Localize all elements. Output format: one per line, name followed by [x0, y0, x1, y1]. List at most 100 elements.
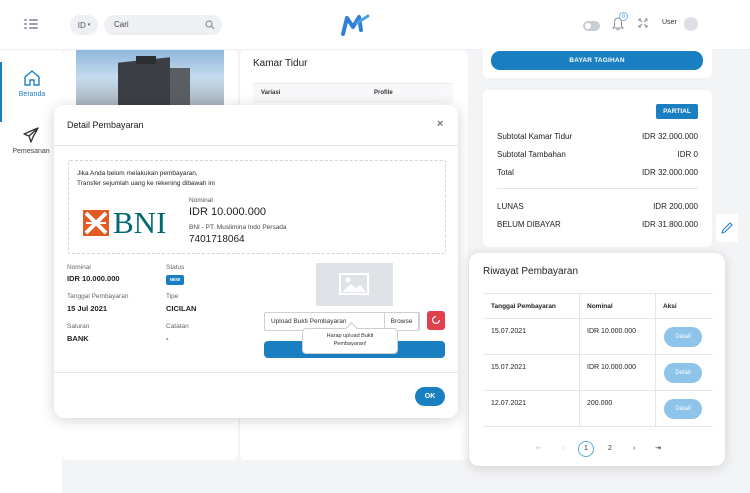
summary-row: BELUM DIBAYAR IDR 31.800.000	[497, 220, 698, 229]
user-name[interactable]: User	[662, 19, 677, 26]
first-page-icon[interactable]: ⇤	[531, 441, 547, 457]
search-icon[interactable]	[205, 20, 215, 30]
cell-amount: IDR 10.000.000	[587, 328, 637, 335]
ok-button[interactable]: OK	[415, 387, 445, 406]
divider	[54, 145, 458, 146]
detail-button[interactable]: Detail	[664, 363, 702, 383]
upload-preview	[316, 263, 393, 306]
sidebar-item-pemesanan[interactable]: Pemesanan	[0, 120, 62, 180]
summary-value: IDR 32.000.000	[641, 168, 698, 177]
nominal-label: Nominal	[189, 197, 213, 204]
account-number: 7401718064	[189, 234, 245, 245]
divider	[54, 372, 458, 373]
detail-label: Catatan	[166, 323, 189, 330]
detail-value: 15 Jul 2021	[67, 304, 108, 313]
table-row: 12.07.2021 200.000 Detail	[483, 391, 713, 427]
cell-amount: 200.000	[587, 400, 613, 407]
close-icon[interactable]: ×	[437, 118, 443, 130]
column-header: Nominal	[587, 303, 613, 310]
bni-logo-text: BNI	[113, 205, 167, 240]
bayar-tagihan-button[interactable]: BAYAR TAGIHAN	[491, 51, 703, 70]
refresh-icon	[431, 315, 441, 325]
upload-placeholder: Upload Bukti Pembayaran	[271, 318, 347, 325]
account-name: BNI - PT. Muslimina Indo Persada	[189, 224, 287, 231]
chevron-down-icon: ▾	[87, 22, 91, 28]
search-text: Cari	[114, 20, 129, 29]
status-badge: NEW	[166, 275, 184, 285]
column-divider	[579, 293, 580, 427]
summary-value: IDR 200.000	[653, 202, 698, 211]
bni-mark-icon	[83, 210, 109, 236]
summary-label: BELUM DIBAYAR	[497, 220, 561, 229]
summary-row: Total IDR 32.000.000	[497, 168, 698, 177]
top-bar: ID ▾ Cari 0 User	[0, 0, 750, 50]
sidebar-item-label: Beranda	[18, 91, 46, 98]
theme-toggle[interactable]	[583, 21, 600, 31]
next-page-icon[interactable]: ›	[626, 441, 642, 457]
tooltip-line: Pembayaran!	[333, 340, 367, 347]
table-row: 15.07.2021 IDR 10.000.000 Detail	[483, 319, 713, 355]
status-badge: PARTIAL	[656, 104, 698, 119]
summary-value: IDR 31.800.000	[641, 220, 698, 229]
detail-value: -	[166, 334, 169, 343]
column-header: Aksi	[663, 303, 677, 310]
modal-title: Detail Pembayaran	[67, 120, 144, 130]
detail-label: Tipe	[166, 293, 179, 300]
detail-label: Nominal	[67, 264, 91, 271]
page-button[interactable]: 1	[578, 441, 594, 457]
brand-logo-icon[interactable]	[341, 13, 371, 37]
detail-pembayaran-modal: Detail Pembayaran × Jika Anda belum mela…	[54, 105, 458, 418]
avatar[interactable]	[684, 17, 698, 31]
detail-button[interactable]: Detail	[664, 399, 702, 419]
summary-value: IDR 0	[677, 150, 698, 159]
language-select[interactable]: ID ▾	[70, 15, 98, 35]
bni-logo: BNI	[83, 205, 173, 240]
detail-label: Tanggal Pembayaran	[67, 293, 129, 300]
payment-summary: PARTIAL Subtotal Kamar Tidur IDR 32.000.0…	[483, 90, 712, 247]
notification-badge: 0	[619, 12, 628, 21]
detail-value: BANK	[67, 334, 89, 343]
panel-title: Riwayat Pembayaran	[483, 266, 579, 277]
menu-icon[interactable]	[24, 18, 38, 30]
edit-icon	[721, 222, 733, 234]
floating-tool-button[interactable]	[716, 214, 738, 242]
search-input[interactable]: Cari	[104, 15, 222, 35]
detail-button[interactable]: Detail	[664, 327, 702, 347]
column-header: Tanggal Pembayaran	[491, 303, 556, 310]
summary-row: Subtotal Kamar Tidur IDR 32.000.000	[497, 132, 698, 141]
summary-value: IDR 32.000.000	[641, 132, 698, 141]
transfer-info-box: Jika Anda belum melakukan pembayaran, Tr…	[68, 160, 446, 254]
fullscreen-icon[interactable]	[638, 18, 648, 28]
detail-value: IDR 10.000.000	[67, 274, 120, 283]
tooltip-line: Harap upload Bukti	[326, 333, 374, 339]
sidebar: Beranda Pemesanan	[0, 50, 62, 493]
summary-label: Subtotal Kamar Tidur	[497, 132, 573, 141]
image-icon	[339, 273, 369, 295]
summary-label: Total	[497, 168, 514, 177]
summary-label: LUNAS	[497, 202, 524, 211]
home-icon	[24, 70, 40, 86]
cell-date: 12.07.2021	[491, 400, 527, 407]
plane-icon	[23, 127, 39, 143]
reset-upload-button[interactable]	[427, 311, 445, 330]
sidebar-item-label: Pemesanan	[12, 148, 50, 155]
detail-value: CICILAN	[166, 304, 197, 313]
page-button[interactable]: 2	[602, 441, 618, 457]
col-variasi: Variasi	[261, 90, 281, 96]
last-page-icon[interactable]: ⇥	[650, 441, 666, 457]
upload-tooltip: Harap upload Bukti Pembayaran!	[302, 328, 398, 354]
instruction-line: Transfer sejumlah uang ke rekening dibaw…	[77, 180, 215, 187]
summary-label: Subtotal Tambahan	[497, 150, 566, 159]
detail-label: Status	[166, 264, 185, 271]
divider	[497, 188, 698, 189]
column-divider	[655, 293, 656, 427]
prev-page-icon[interactable]: ‹	[555, 441, 571, 457]
detail-label: Saluran	[67, 323, 90, 330]
riwayat-pembayaran-panel: Riwayat Pembayaran Tanggal Pembayaran No…	[469, 253, 725, 466]
sidebar-item-beranda[interactable]: Beranda	[0, 62, 62, 122]
cell-date: 15.07.2021	[491, 364, 527, 371]
kamar-table-header: Variasi Profile	[253, 83, 453, 103]
cell-date: 15.07.2021	[491, 328, 527, 335]
summary-row: Subtotal Tambahan IDR 0	[497, 150, 698, 159]
nominal-amount: IDR 10.000.000	[189, 206, 267, 218]
